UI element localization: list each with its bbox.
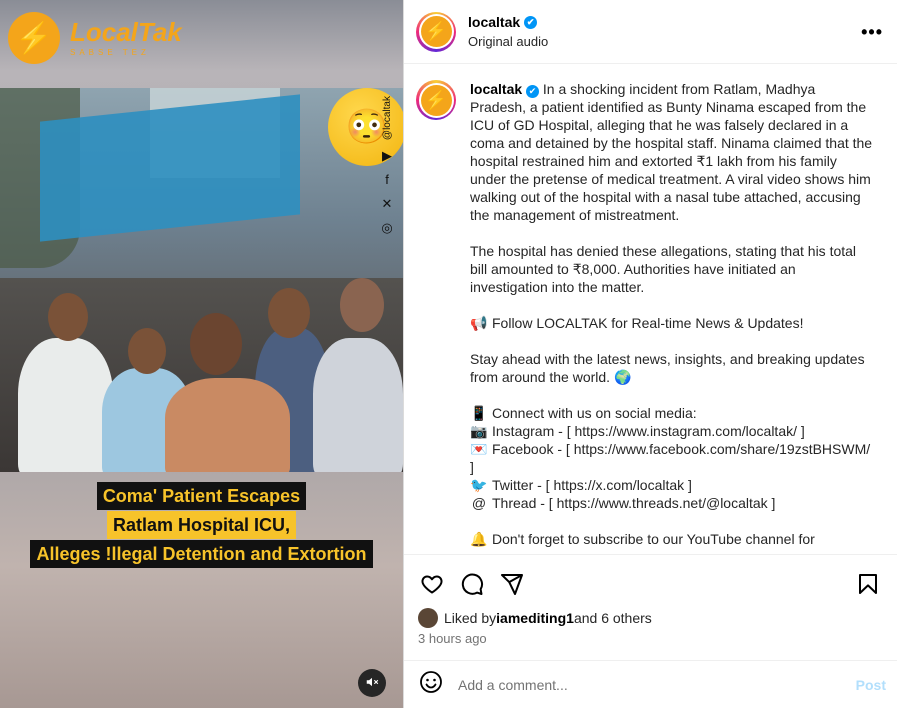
comment-bar: Post [404,660,897,708]
caption-avatar[interactable]: ⚡ [416,80,456,120]
caption-scroll[interactable]: ⚡ localtak ✔ In a shocking incident from… [404,64,897,554]
post-comment-button[interactable]: Post [856,677,886,693]
caption-paragraph-4: Stay ahead with the latest news, insight… [470,351,865,385]
save-button[interactable] [854,573,882,601]
avatar[interactable]: ⚡ [416,11,456,52]
liker-username[interactable]: iamediting1 [496,610,574,626]
caption-paragraph-2: The hospital has denied these allegation… [470,243,857,295]
bookmark-icon [856,572,880,601]
love-letter-icon: 💌 [470,441,488,457]
mute-button[interactable] [358,669,386,697]
comment-icon [460,572,484,601]
brand-watermark: ⚡ LocalTak SABSE TEZ [8,12,182,64]
likes-summary[interactable]: Liked by iamediting1 and 6 others [418,608,652,628]
instagram-icon: ◎ [381,220,393,236]
like-button[interactable] [418,573,446,601]
speaker-muted-icon [365,675,379,692]
headline-line-2: Ratlam Hospital ICU, [106,511,297,539]
header-username[interactable]: localtak [468,14,520,30]
emoji-button[interactable] [418,670,444,699]
audio-label[interactable]: Original audio [468,34,548,49]
threads-icon: @ [471,495,487,511]
phone-icon: 📱 [470,405,488,421]
brand-tagline: SABSE TEZ [70,48,150,57]
megaphone-icon: 📢 [470,315,488,331]
video-headline: Coma' Patient Escapes Ratlam Hospital IC… [0,482,403,569]
youtube-icon: ▶ [382,148,392,164]
caption-twitter-link: Twitter - [ https://x.com/localtak ] [492,477,692,493]
comment-input[interactable] [458,676,856,693]
caption-facebook-link: Facebook - [ https://www.facebook.com/sh… [470,441,871,475]
caption-username[interactable]: localtak [470,81,522,97]
caption-connect-heading: Connect with us on social media: [492,405,697,421]
avatar-logo-icon: ⚡ [420,16,452,47]
likes-prefix: Liked by [444,610,497,626]
liker-avatar[interactable] [418,608,438,628]
headline-line-1: Coma' Patient Escapes [96,482,307,510]
x-icon: ✕ [381,196,393,212]
caption-paragraph-1: In a shocking incident from Ratlam, Madh… [470,81,873,223]
avatar-logo-icon: ⚡ [420,84,452,116]
more-options-button[interactable]: ••• [861,22,883,43]
video-player[interactable]: ⚡ LocalTak SABSE TEZ 😳 @localtak ▶ f ✕ ◎… [0,0,403,708]
facebook-icon: f [385,172,389,188]
share-icon [500,572,524,601]
brand-logo-icon: ⚡ [8,12,60,64]
caption-paragraph-3: Follow LOCALTAK for Real-time News & Upd… [492,315,804,331]
caption-text: localtak ✔ In a shocking incident from R… [470,80,874,554]
camera-icon: 📷 [470,423,488,439]
bell-icon: 🔔 [470,531,488,547]
action-bar [404,554,897,606]
caption-youtube-line: Don't forget to subscribe to our YouTube… [492,531,815,547]
caption-threads-link: Thread - [ https://www.threads.net/@loca… [492,495,776,511]
headline-line-3: Alleges !llegal Detention and Extortion [30,540,373,568]
heart-icon [420,572,444,601]
verified-badge-icon: ✔ [524,15,538,29]
social-strip: @localtak ▶ f ✕ ◎ [375,96,399,236]
post-panel: ⚡ localtak ✔ Original audio ••• ⚡ localt… [403,0,897,708]
caption-instagram-link: Instagram - [ https://www.instagram.com/… [492,423,805,439]
brand-name: LocalTak [70,17,182,47]
verified-badge-icon: ✔ [526,84,540,98]
post-header: ⚡ localtak ✔ Original audio ••• [404,0,897,64]
vertical-handle: @localtak [381,96,393,141]
bird-icon: 🐦 [470,477,488,493]
smiley-icon [419,670,443,699]
likes-suffix[interactable]: and 6 others [574,610,652,626]
post-timestamp[interactable]: 3 hours ago [418,631,487,646]
share-button[interactable] [498,573,526,601]
comment-button[interactable] [458,573,486,601]
